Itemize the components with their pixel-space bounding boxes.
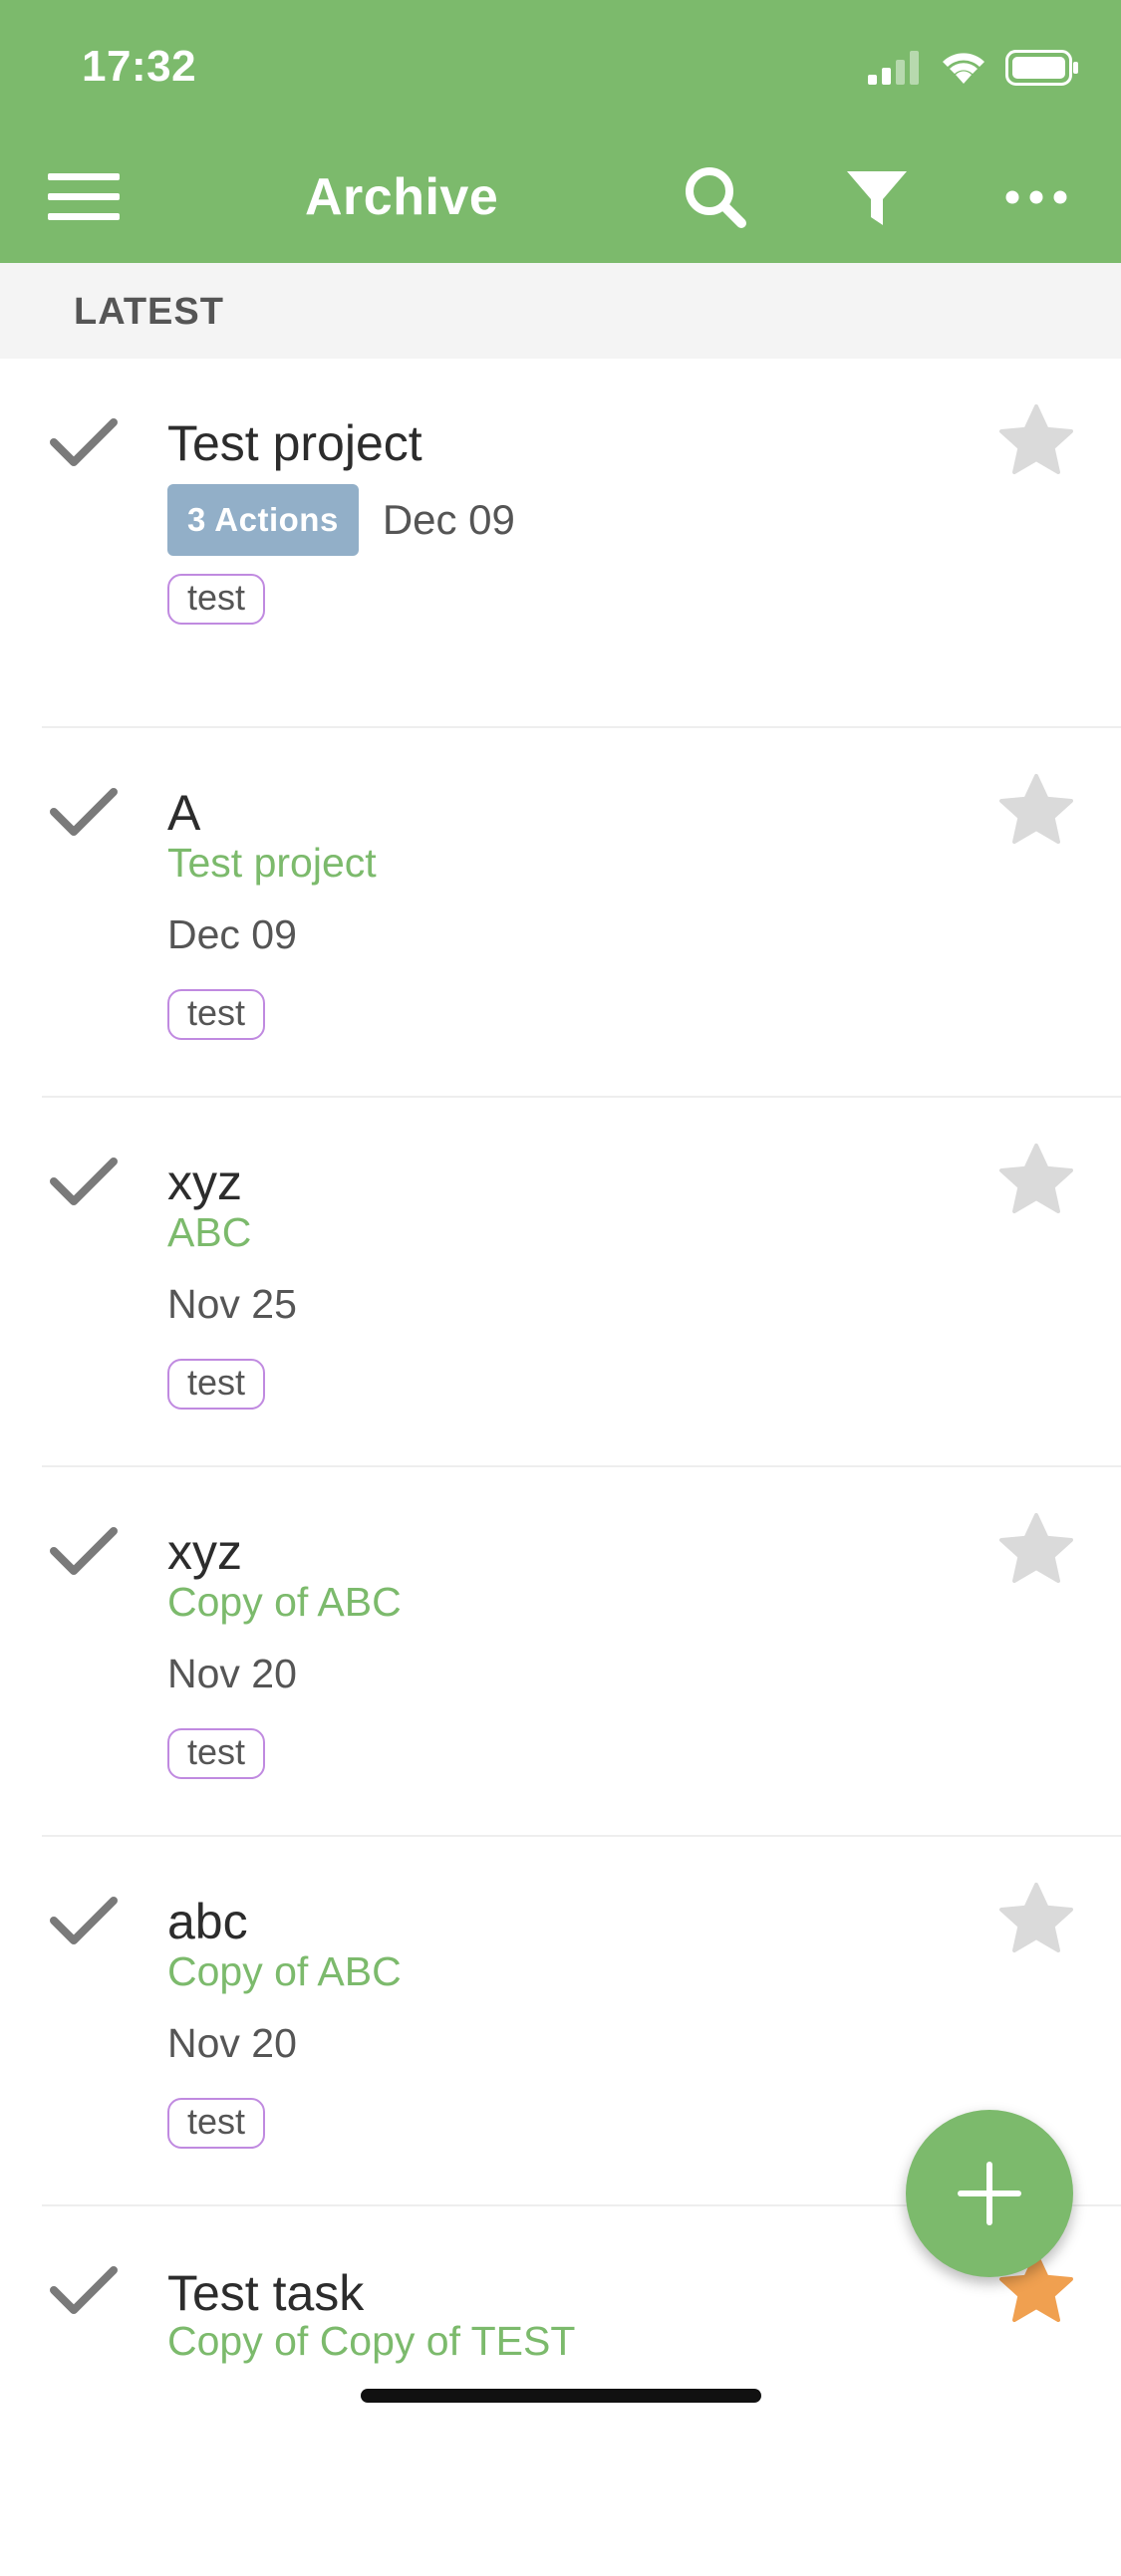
item-project[interactable]: Copy of Copy of TEST (167, 2318, 575, 2365)
status-bar: 17:32 (0, 0, 1121, 131)
tag-chip[interactable]: test (167, 989, 266, 1040)
app-bar: Archive (0, 131, 1121, 263)
search-icon (686, 167, 746, 228)
wifi-icon (943, 53, 984, 84)
tag-chip[interactable]: test (167, 2098, 266, 2149)
list-item[interactable]: xyz ABC Nov 25 test (0, 1098, 1121, 1467)
list-item[interactable]: Test project 3 Actions Dec 09 test (0, 359, 1121, 728)
badge-row: 3 Actions Dec 09 (167, 484, 515, 556)
section-header: LATEST (0, 263, 1121, 359)
item-title: Test task (167, 2265, 365, 2321)
check-icon (50, 418, 118, 466)
star-button[interactable] (996, 402, 1076, 482)
complete-toggle[interactable] (48, 1152, 120, 1211)
star-button[interactable] (996, 1511, 1076, 1591)
section-label: LATEST (74, 291, 224, 333)
item-title: Test project (167, 415, 422, 471)
status-icons (868, 50, 1079, 86)
item-project[interactable]: Copy of ABC (167, 1579, 402, 1626)
signal-icon (868, 51, 919, 85)
star-button[interactable] (996, 1881, 1076, 1960)
menu-icon (48, 173, 120, 220)
complete-toggle[interactable] (48, 2260, 120, 2320)
item-title: abc (167, 1894, 248, 1949)
star-button[interactable] (996, 772, 1076, 852)
check-icon (50, 1527, 118, 1575)
more-button[interactable] (1000, 161, 1072, 233)
item-date: Dec 09 (167, 911, 297, 957)
add-button[interactable] (906, 2110, 1073, 2277)
check-icon (50, 1158, 118, 1205)
page-title: Archive (305, 168, 499, 226)
check-icon (50, 788, 118, 836)
list-item[interactable]: xyz Copy of ABC Nov 20 test (0, 1467, 1121, 1837)
complete-toggle[interactable] (48, 1521, 120, 1581)
star-icon (999, 774, 1073, 844)
filter-button[interactable] (841, 161, 913, 233)
status-time: 17:32 (82, 42, 197, 91)
menu-button[interactable] (48, 171, 120, 223)
filter-icon (847, 171, 907, 225)
star-icon (999, 1883, 1073, 1952)
star-icon (999, 1513, 1073, 1583)
list-item[interactable]: A Test project Dec 09 test (0, 728, 1121, 1098)
tag-chip[interactable]: test (167, 574, 266, 625)
star-icon (999, 1144, 1073, 1213)
tag-chip[interactable]: test (167, 1728, 266, 1779)
more-icon (1005, 190, 1067, 204)
star-icon (999, 404, 1073, 474)
battery-icon (1005, 50, 1078, 86)
search-button[interactable] (680, 161, 751, 233)
complete-toggle[interactable] (48, 782, 120, 842)
check-icon (50, 2266, 118, 2314)
check-icon (50, 1897, 118, 1944)
plus-icon (958, 2162, 1021, 2225)
item-date: Nov 25 (167, 1281, 297, 1327)
actions-badge: 3 Actions (167, 484, 359, 556)
tag-chip[interactable]: test (167, 1359, 266, 1410)
item-date: Nov 20 (167, 1651, 297, 1696)
item-project[interactable]: ABC (167, 1209, 251, 1256)
item-title: xyz (167, 1524, 242, 1580)
item-title: xyz (167, 1155, 242, 1210)
complete-toggle[interactable] (48, 1891, 120, 1950)
item-project[interactable]: Copy of ABC (167, 1948, 402, 1995)
item-title: A (167, 785, 201, 841)
home-indicator[interactable] (361, 2389, 761, 2403)
complete-toggle[interactable] (48, 412, 120, 472)
item-date: Nov 20 (167, 2020, 297, 2066)
star-button[interactable] (996, 1142, 1076, 1221)
item-project[interactable]: Test project (167, 840, 377, 887)
item-date: Dec 09 (382, 496, 515, 543)
